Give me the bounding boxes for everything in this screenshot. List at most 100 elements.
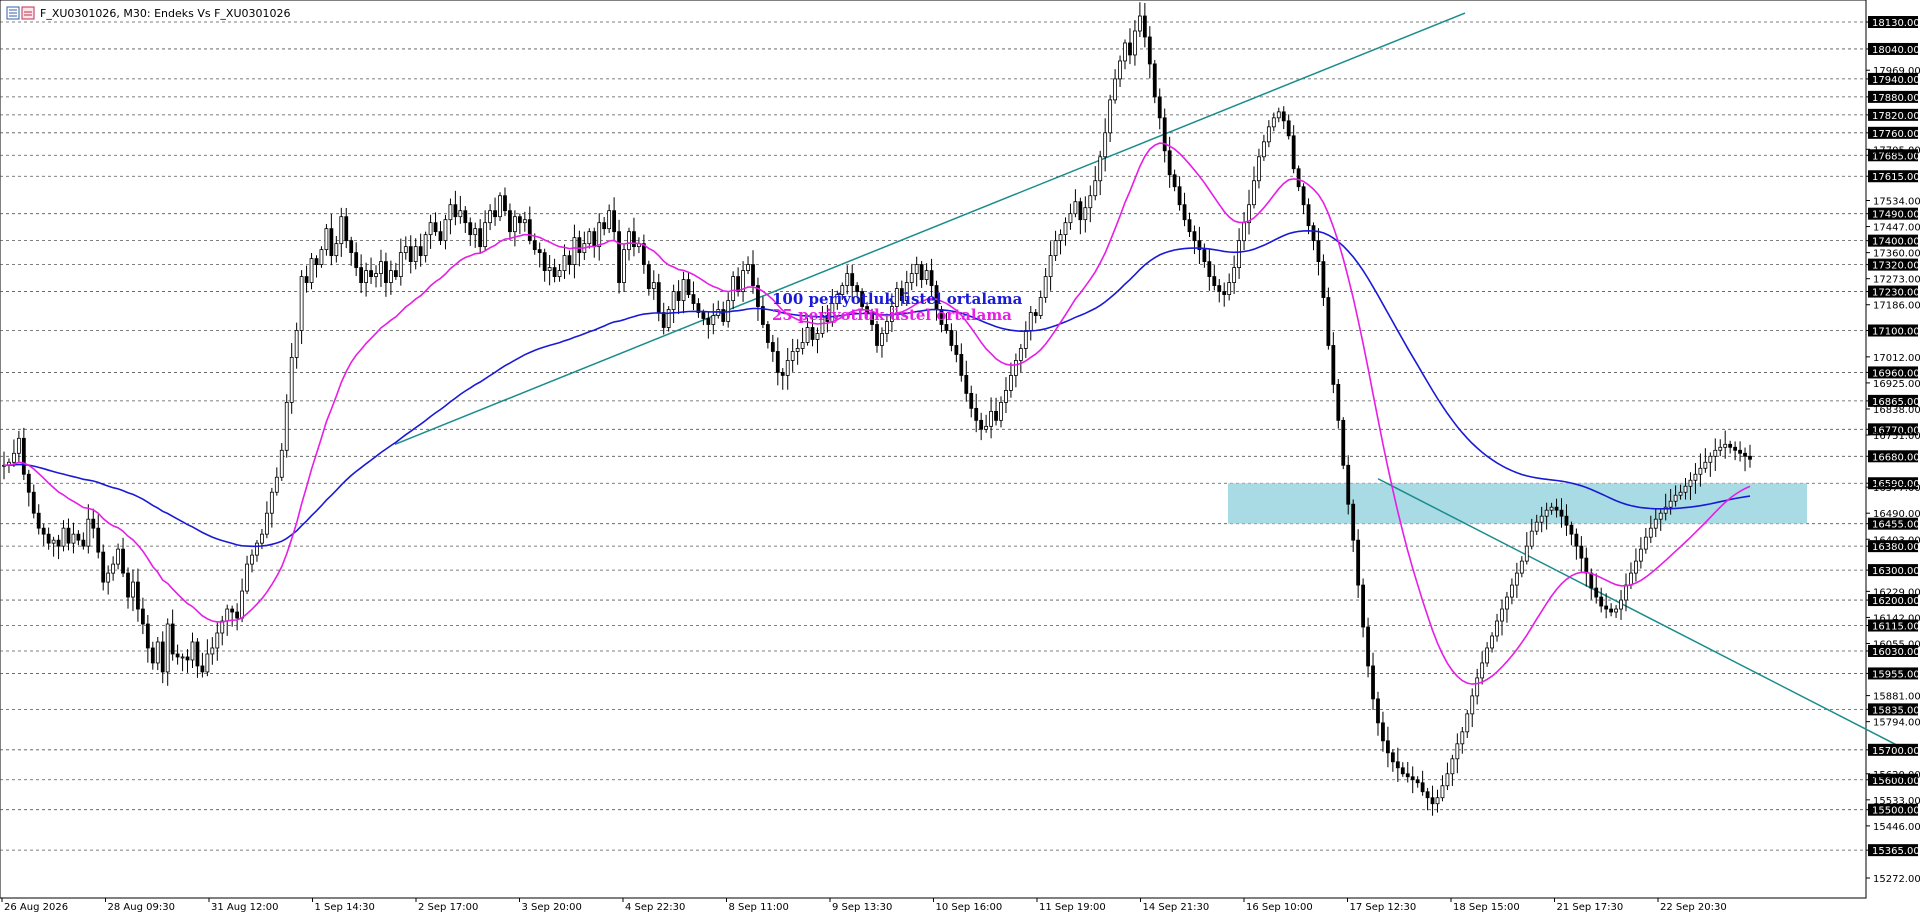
candle-body bbox=[230, 608, 235, 613]
candle-body bbox=[785, 360, 790, 376]
candle-body bbox=[71, 533, 76, 544]
candle-body bbox=[1053, 240, 1058, 257]
candle-body bbox=[676, 291, 681, 301]
ema-legend: 100 periyotluk üstel ortalama 25 periyot… bbox=[772, 290, 1023, 324]
candle-body bbox=[1321, 261, 1326, 298]
candle-body bbox=[1227, 282, 1232, 295]
x-tick-label: 1 Sep 14:30 bbox=[315, 902, 375, 913]
candle-body bbox=[309, 258, 314, 283]
candle-body bbox=[666, 309, 671, 328]
candle-body bbox=[1683, 485, 1688, 493]
candle-body bbox=[418, 246, 423, 257]
price-level-label: 15955.00 bbox=[1872, 669, 1920, 680]
candle-body bbox=[1281, 111, 1286, 122]
candle-body bbox=[617, 231, 621, 283]
candle-body bbox=[1629, 572, 1633, 586]
candle-body bbox=[111, 563, 116, 574]
candle-body bbox=[1187, 219, 1192, 233]
candle-body bbox=[1142, 15, 1147, 38]
candle-body bbox=[334, 243, 339, 257]
price-chart[interactable]: 18130.0018040.0017940.0017880.0017820.00… bbox=[0, 0, 1920, 914]
candle-body bbox=[751, 264, 755, 286]
candle-body bbox=[1500, 608, 1504, 622]
x-tick-label: 10 Sep 16:00 bbox=[936, 902, 1003, 913]
candle-body bbox=[433, 222, 438, 233]
candle-body bbox=[488, 210, 493, 224]
support-zone-rect bbox=[1228, 483, 1807, 524]
candle-body bbox=[1723, 443, 1728, 448]
candle-body bbox=[1430, 797, 1435, 805]
candle-body bbox=[1733, 446, 1738, 451]
candle-body bbox=[909, 273, 914, 283]
candle-body bbox=[165, 623, 170, 673]
candle-body bbox=[264, 512, 269, 535]
candle-body bbox=[1609, 608, 1614, 613]
candle-body bbox=[1549, 506, 1554, 511]
candle-body bbox=[1217, 285, 1222, 292]
candle-body bbox=[269, 491, 274, 514]
candle-body bbox=[949, 330, 954, 346]
candle-body bbox=[1202, 249, 1207, 263]
candle-body bbox=[493, 210, 497, 218]
candle-body bbox=[379, 261, 383, 274]
candle-body bbox=[1276, 111, 1281, 119]
candle-body bbox=[661, 312, 666, 328]
price-level-label: 18130.00 bbox=[1872, 18, 1920, 29]
candle-body bbox=[339, 216, 344, 245]
candle-body bbox=[1182, 204, 1187, 221]
candle-body bbox=[1068, 213, 1073, 224]
candle-body bbox=[790, 351, 795, 361]
candle-body bbox=[101, 551, 106, 583]
candle-body bbox=[26, 473, 31, 493]
candle-body bbox=[46, 533, 51, 544]
candle-body bbox=[1152, 63, 1157, 98]
candle-body bbox=[205, 653, 210, 673]
candle-body bbox=[1133, 30, 1137, 56]
x-tick-label: 18 Sep 15:00 bbox=[1453, 902, 1520, 913]
candle-body bbox=[1018, 348, 1023, 361]
y-tick-label: 15446.00 bbox=[1873, 822, 1920, 833]
candle-body bbox=[1619, 599, 1623, 610]
x-tick-label: 22 Sep 20:30 bbox=[1660, 902, 1727, 913]
candle-body bbox=[701, 312, 706, 319]
candle-body bbox=[1093, 180, 1098, 197]
price-level-label: 15835.00 bbox=[1872, 705, 1920, 716]
candle-body bbox=[587, 231, 592, 245]
candle-body bbox=[1222, 291, 1227, 295]
candle-body bbox=[398, 252, 403, 277]
candle-body bbox=[473, 228, 478, 236]
candle-body bbox=[1410, 776, 1415, 781]
chart-window[interactable]: 18130.00 18040.00 17940.00 17880.00 17820.00… bbox=[0, 0, 1920, 914]
ema25-label: 25 periyotluk üstel ortalama bbox=[772, 306, 1012, 324]
candle-body bbox=[1113, 78, 1117, 101]
candle-body bbox=[294, 330, 299, 358]
candle-body bbox=[1038, 297, 1043, 316]
candle-body bbox=[567, 255, 572, 266]
x-tick-label: 4 Sep 22:30 bbox=[625, 902, 685, 913]
candle-body bbox=[1157, 96, 1162, 119]
candle-body bbox=[364, 270, 368, 283]
candle-body bbox=[1440, 785, 1445, 799]
candle-body bbox=[1728, 443, 1733, 448]
candle-body bbox=[924, 270, 929, 280]
y-tick-label: 16490.00 bbox=[1873, 509, 1920, 520]
candle-body bbox=[800, 342, 805, 349]
candle-body bbox=[1207, 261, 1212, 277]
candle-body bbox=[1539, 515, 1544, 523]
candle-body bbox=[413, 246, 418, 263]
candle-body bbox=[12, 452, 16, 463]
candle-body bbox=[408, 246, 413, 263]
candle-body bbox=[121, 548, 125, 574]
candle-body bbox=[498, 195, 502, 218]
candle-body bbox=[250, 554, 254, 565]
price-level-label: 17760.00 bbox=[1872, 129, 1920, 140]
y-tick-label: 16925.00 bbox=[1873, 379, 1920, 390]
x-tick-label: 28 Aug 09:30 bbox=[108, 902, 175, 913]
candle-body bbox=[1435, 797, 1440, 805]
candle-body bbox=[225, 608, 230, 622]
candle-body bbox=[428, 222, 433, 236]
candle-body bbox=[1470, 695, 1475, 715]
candle-body bbox=[1589, 572, 1594, 589]
candle-body bbox=[1559, 509, 1564, 517]
candle-body bbox=[81, 539, 86, 547]
